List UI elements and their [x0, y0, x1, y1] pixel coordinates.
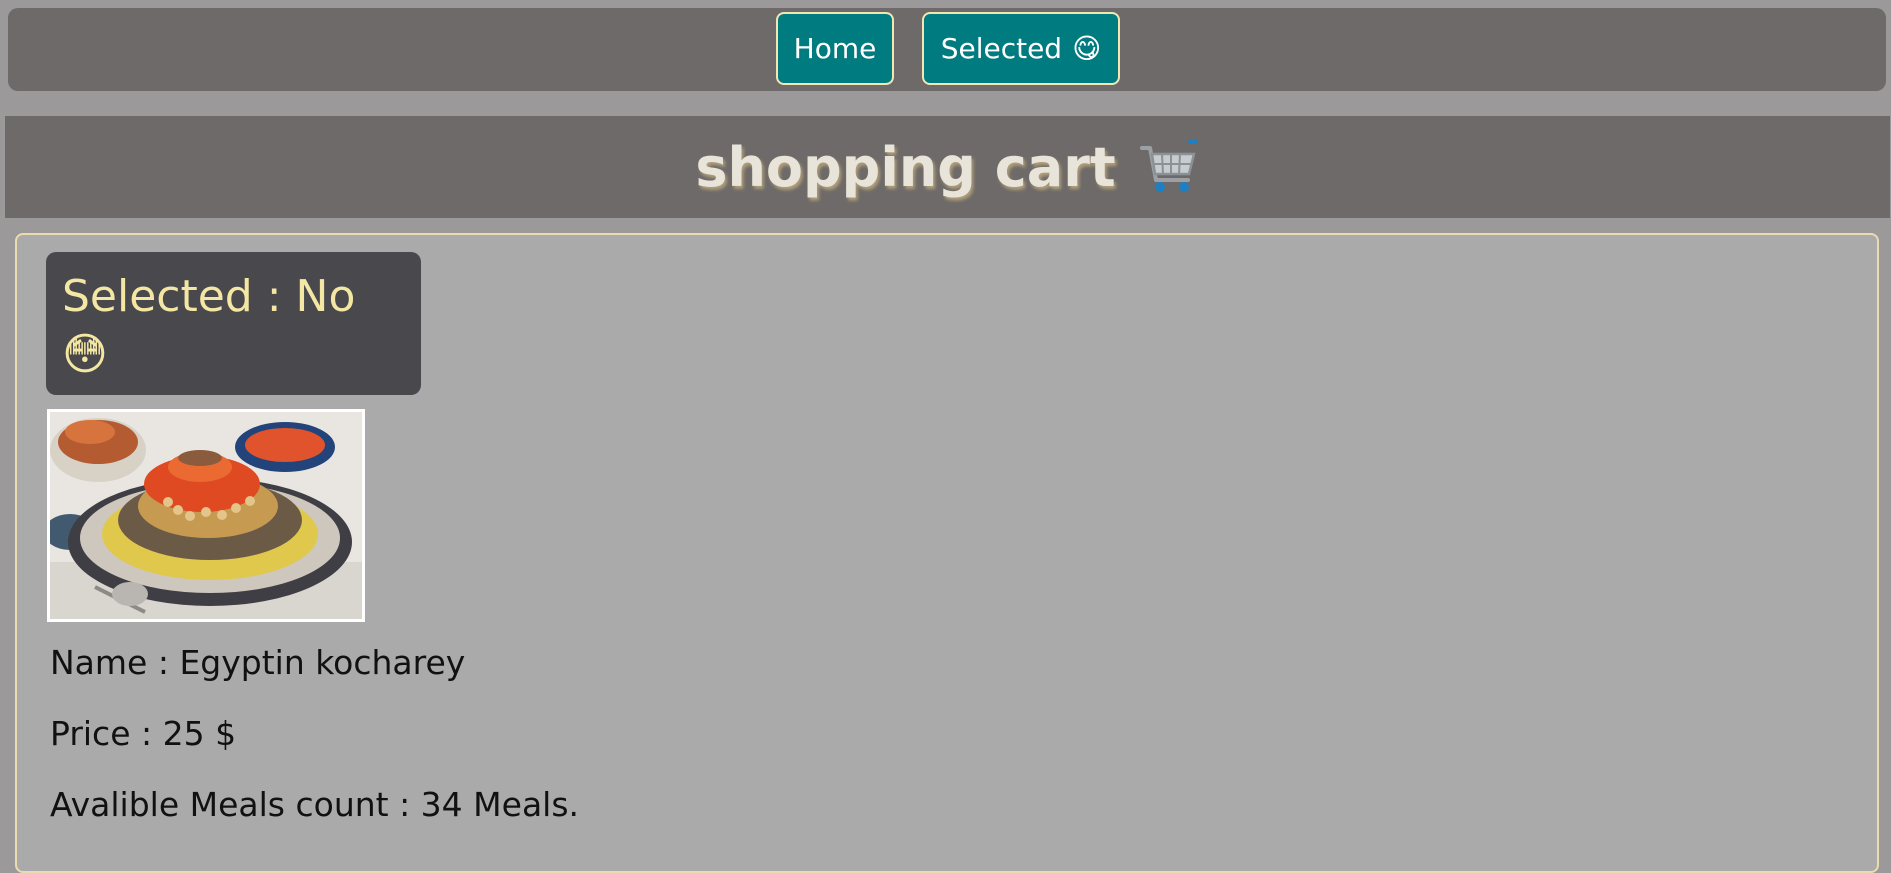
- meal-name: Name : Egyptin kocharey: [50, 643, 466, 682]
- selection-status-box: Selected : No 😳: [46, 252, 421, 395]
- selection-status-text: Selected : No: [62, 271, 356, 322]
- shopping-cart-icon: [1139, 140, 1198, 192]
- flushed-face-icon: 😳: [62, 329, 108, 380]
- top-navbar: Home Selected 😋: [8, 8, 1886, 91]
- koshary-plate-image: [47, 409, 365, 622]
- selected-button-label: Selected: [940, 32, 1063, 65]
- home-button-label: Home: [793, 32, 877, 65]
- meal-price: Price : 25 $: [50, 714, 237, 753]
- home-button[interactable]: Home: [776, 12, 894, 85]
- meal-count: Avalible Meals count : 34 Meals.: [50, 785, 580, 824]
- page-header: shopping cart: [5, 116, 1890, 218]
- yum-face-icon: 😋: [1072, 32, 1102, 65]
- cart-content-panel: Selected : No 😳 Name: Egyptin kocharey …: [15, 233, 1879, 873]
- page-title: shopping cart: [695, 135, 1116, 199]
- selected-button[interactable]: Selected 😋: [922, 12, 1120, 85]
